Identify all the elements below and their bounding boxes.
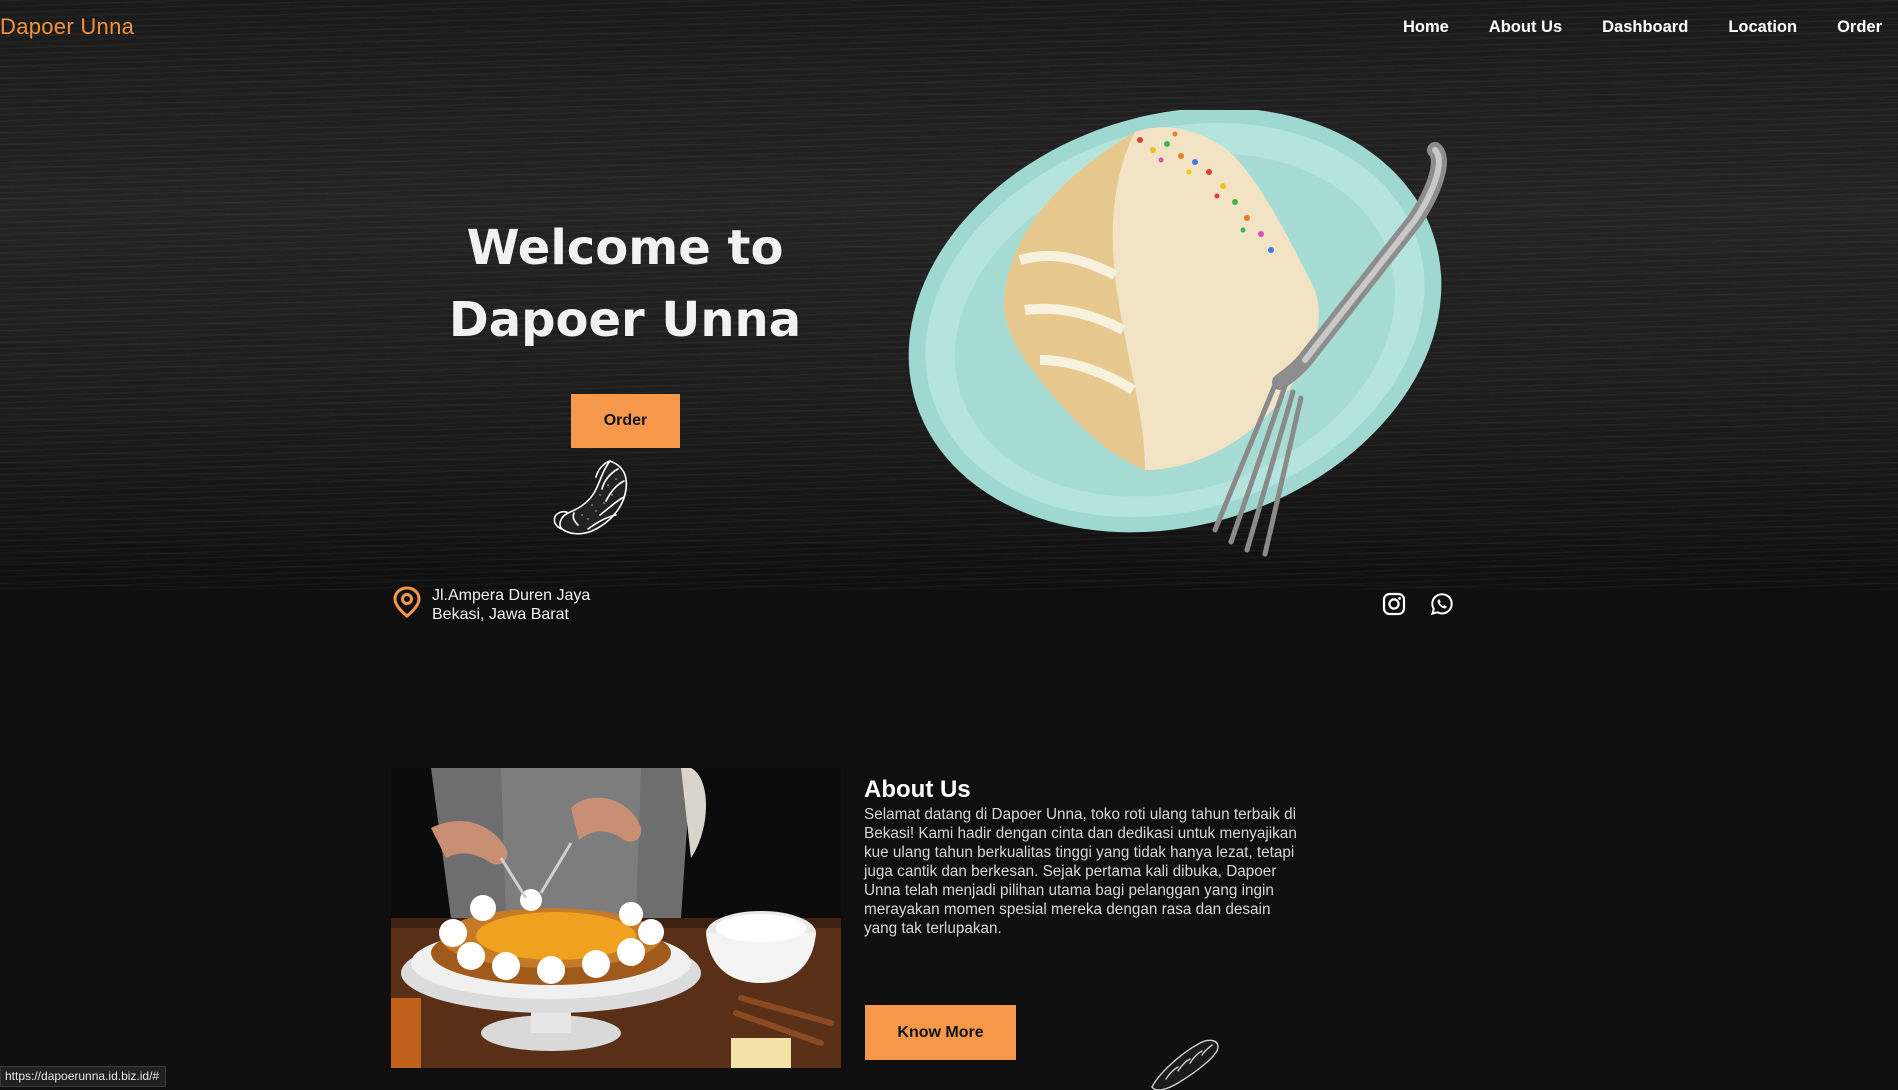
nav-link-about-us[interactable]: About Us [1489, 18, 1562, 37]
address-line-1: Jl.Ampera Duren Jaya [432, 587, 591, 604]
social-links [1382, 592, 1454, 616]
navbar: Dapoer Unna Home About Us Dashboard Loca… [0, 0, 1898, 58]
hero-title-line-1: Welcome to [466, 220, 784, 276]
nav-link-location[interactable]: Location [1728, 18, 1797, 37]
whatsapp-icon[interactable] [1430, 592, 1454, 616]
address-line-2: Bekasi, Jawa Barat [432, 606, 569, 623]
hero-section: Dapoer Unna Home About Us Dashboard Loca… [0, 0, 1898, 623]
status-bar-url: https://dapoerunna.id.biz.id/# [0, 1066, 167, 1087]
about-image [391, 768, 841, 1068]
nav-link-home[interactable]: Home [1403, 18, 1449, 37]
brand-logo-link[interactable]: Dapoer Unna [0, 14, 134, 40]
page: Dapoer Unna Home About Us Dashboard Loca… [0, 0, 1898, 1090]
hero-title: Welcome to Dapoer Unna [425, 212, 825, 356]
address-text: Jl.Ampera Duren Jaya Bekasi, Jawa Barat [432, 586, 590, 624]
location-pin-icon [393, 586, 421, 618]
about-description: Selamat datang di Dapoer Unna, toko roti… [864, 806, 1297, 937]
nav-links: Home About Us Dashboard Location Order [1363, 18, 1882, 37]
hero-title-line-2: Dapoer Unna [448, 292, 802, 348]
about-heading: About Us [864, 776, 971, 803]
cake-plate-image [908, 110, 1447, 557]
baguette-illustration [1151, 1039, 1219, 1090]
know-more-button[interactable]: Know More [865, 1005, 1016, 1060]
baker-pie-photo [391, 768, 841, 1068]
instagram-icon[interactable] [1382, 592, 1406, 616]
croissant-illustration [553, 460, 628, 535]
nav-link-order[interactable]: Order [1837, 18, 1882, 37]
hero-order-button[interactable]: Order [571, 394, 680, 448]
store-address: Jl.Ampera Duren Jaya Bekasi, Jawa Barat [392, 586, 590, 624]
nav-link-dashboard[interactable]: Dashboard [1602, 18, 1688, 37]
